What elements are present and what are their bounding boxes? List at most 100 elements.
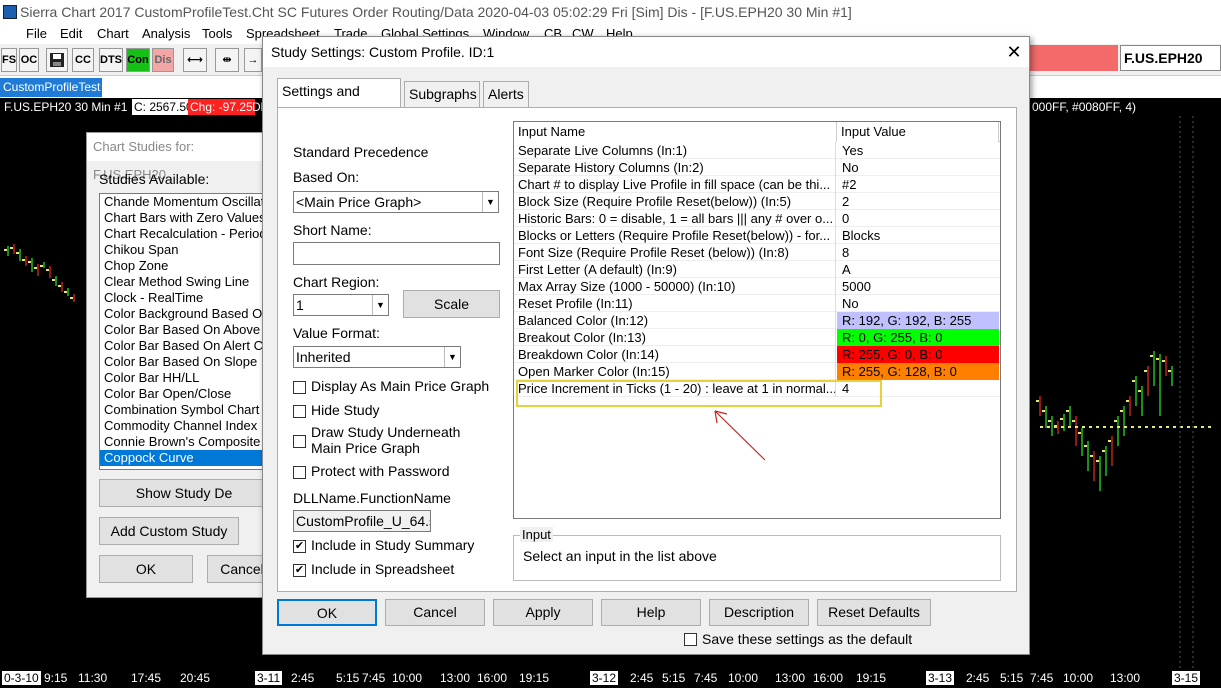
study-list-item[interactable]: Color Bar HH/LL <box>100 370 268 386</box>
based-on-dropdown[interactable]: <Main Price Graph> ▼ <box>293 191 499 213</box>
input-value-cell[interactable]: No <box>837 159 999 176</box>
input-row[interactable]: Chart # to display Live Profile in fill … <box>514 176 1000 193</box>
symbol-field[interactable]: F.US.EPH20 <box>1120 45 1221 71</box>
close-icon[interactable]: ✕ <box>1003 41 1025 63</box>
study-list-item[interactable]: Chande Momentum Oscillator <box>100 194 268 210</box>
description-button[interactable]: Description <box>709 599 809 626</box>
input-name-cell[interactable]: Font Size (Require Profile Reset (below)… <box>514 244 836 261</box>
study-list-item[interactable]: Clear Method Swing Line <box>100 274 268 290</box>
tab-subgraphs[interactable]: Subgraphs <box>404 81 480 107</box>
input-row[interactable]: Max Array Size (1000 - 50000) (In:10) 500… <box>514 278 1000 295</box>
input-row[interactable]: Balanced Color (In:12) R: 192, G: 192, B:… <box>514 312 1000 329</box>
input-name-cell[interactable]: Block Size (Require Profile Reset(below)… <box>514 193 836 210</box>
input-name-cell[interactable]: Reset Profile (In:11) <box>514 295 836 312</box>
arrow-right-icon[interactable]: → <box>244 48 262 72</box>
save-icon[interactable] <box>46 48 68 72</box>
menu-item-edit[interactable]: Edit <box>60 26 82 41</box>
input-value-cell[interactable]: 2 <box>837 193 999 210</box>
input-value-cell[interactable]: R: 0, G: 255, B: 0 <box>837 329 999 346</box>
expand-horizontal-icon[interactable]: ⟷ <box>183 48 207 72</box>
input-value-cell[interactable]: #2 <box>837 176 999 193</box>
toolbar-dts-button[interactable]: DTS <box>99 48 123 72</box>
study-list-item[interactable]: Color Bar Based On Above <box>100 322 268 338</box>
input-row[interactable]: Blocks or Letters (Require Profile Reset… <box>514 227 1000 244</box>
input-name-cell[interactable]: Chart # to display Live Profile in fill … <box>514 176 836 193</box>
save-default-checkbox[interactable] <box>684 633 697 646</box>
toolbar-cc-button[interactable]: CC <box>72 48 94 72</box>
input-row[interactable]: Open Marker Color (In:15) R: 255, G: 128,… <box>514 363 1000 380</box>
input-name-cell[interactable]: Open Marker Color (In:15) <box>514 363 836 380</box>
tab-alerts[interactable]: Alerts <box>483 81 529 107</box>
input-name-cell[interactable]: First Letter (A default) (In:9) <box>514 261 836 278</box>
study-list-item[interactable]: Chart Recalculation - Period <box>100 226 268 242</box>
input-row[interactable]: Historic Bars: 0 = disable, 1 = all bars… <box>514 210 1000 227</box>
scale-button[interactable]: Scale <box>403 290 500 318</box>
menu-item-chart[interactable]: Chart <box>97 26 129 41</box>
ok-button[interactable]: OK <box>277 599 377 626</box>
study-list-item[interactable]: Connie Brown's Composite <box>100 434 268 450</box>
study-list-item[interactable]: Color Bar Based On Alert Condition <box>100 338 268 354</box>
input-row[interactable]: Separate Live Columns (In:1) Yes <box>514 142 1000 159</box>
menu-item-file[interactable]: File <box>26 26 47 41</box>
short-name-input[interactable] <box>293 242 500 265</box>
dll-name-field[interactable]: CustomProfile_U_64.sc <box>293 510 431 532</box>
input-value-cell[interactable]: R: 255, G: 0, B: 0 <box>837 346 999 363</box>
input-name-cell[interactable]: Historic Bars: 0 = disable, 1 = all bars… <box>514 210 836 227</box>
input-name-cell[interactable]: Separate History Columns (In:2) <box>514 159 836 176</box>
reset-defaults-button[interactable]: Reset Defaults <box>817 599 931 626</box>
study-list-item[interactable]: Commodity Channel Index <box>100 418 268 434</box>
include-spreadsheet-checkbox[interactable]: ✔ <box>293 564 306 577</box>
toolbar-connect-button[interactable]: Con <box>126 48 150 72</box>
grid-header-input-value[interactable]: Input Value <box>837 122 999 142</box>
input-value-cell[interactable]: A <box>837 261 999 278</box>
display-main-price-checkbox[interactable] <box>293 381 306 394</box>
study-list-item[interactable]: Clock - RealTime <box>100 290 268 306</box>
input-value-cell[interactable]: Yes <box>837 142 999 159</box>
chartsheet-tab[interactable]: CustomProfileTest <box>0 78 102 97</box>
input-row[interactable]: Block Size (Require Profile Reset(below)… <box>514 193 1000 210</box>
study-list-item[interactable]: Combination Symbol Chart <box>100 402 268 418</box>
add-custom-study-button[interactable]: Add Custom Study <box>99 517 239 545</box>
input-value-cell[interactable]: 5000 <box>837 278 999 295</box>
input-name-cell[interactable]: Separate Live Columns (In:1) <box>514 142 836 159</box>
input-value-cell[interactable]: R: 255, G: 128, B: 0 <box>837 363 999 380</box>
apply-button[interactable]: Apply <box>493 599 593 626</box>
hide-study-checkbox[interactable] <box>293 405 306 418</box>
chart-region-dropdown[interactable]: 1 ▼ <box>293 294 389 316</box>
study-list-item[interactable]: Chikou Span <box>100 242 268 258</box>
protect-password-checkbox[interactable] <box>293 466 306 479</box>
menu-item-analysis[interactable]: Analysis <box>142 26 190 41</box>
input-name-cell[interactable]: Breakout Color (In:13) <box>514 329 836 346</box>
input-value-cell[interactable]: Blocks <box>837 227 999 244</box>
compress-horizontal-icon[interactable]: ⇹ <box>215 48 239 72</box>
grid-header-input-name[interactable]: Input Name <box>514 122 837 142</box>
input-name-cell[interactable]: Max Array Size (1000 - 50000) (In:10) <box>514 278 836 295</box>
study-list-item[interactable]: Color Bar Open/Close <box>100 386 268 402</box>
input-value-cell[interactable]: No <box>837 295 999 312</box>
input-row[interactable]: Reset Profile (In:11) No <box>514 295 1000 312</box>
study-list-item[interactable]: Color Background Based On <box>100 306 268 322</box>
help-button[interactable]: Help <box>601 599 701 626</box>
input-row[interactable]: Breakdown Color (In:14) R: 255, G: 0, B: … <box>514 346 1000 363</box>
input-value-cell[interactable]: R: 192, G: 192, B: 255 <box>837 312 999 329</box>
show-study-description-button[interactable]: Show Study De <box>99 479 269 507</box>
input-row[interactable]: Breakout Color (In:13) R: 0, G: 255, B: 0 <box>514 329 1000 346</box>
study-list-item[interactable]: Color Bar Based On Slope <box>100 354 268 370</box>
value-format-dropdown[interactable]: Inherited ▼ <box>293 346 461 368</box>
studies-ok-button[interactable]: OK <box>99 555 193 583</box>
input-value-cell[interactable]: 0 <box>837 210 999 227</box>
input-name-cell[interactable]: Breakdown Color (In:14) <box>514 346 836 363</box>
tab-settings-inputs[interactable]: Settings and Inputs <box>277 78 401 123</box>
input-row[interactable]: First Letter (A default) (In:9) A <box>514 261 1000 278</box>
study-list-item[interactable]: Coppock Curve <box>100 450 268 466</box>
cancel-button[interactable]: Cancel <box>385 599 485 626</box>
studies-available-list[interactable]: Chande Momentum Oscillator Chart Bars wit… <box>99 193 269 470</box>
toolbar-disconnect-button[interactable]: Dis <box>152 48 174 72</box>
input-value-cell[interactable]: 8 <box>837 244 999 261</box>
toolbar-oc-button[interactable]: OC <box>19 48 39 72</box>
input-row[interactable]: Font Size (Require Profile Reset (below)… <box>514 244 1000 261</box>
study-list-item[interactable]: Chop Zone <box>100 258 268 274</box>
study-list-item[interactable]: Chart Bars with Zero Values <box>100 210 268 226</box>
toolbar-fs-button[interactable]: FS <box>1 48 17 72</box>
menu-item-tools[interactable]: Tools <box>202 26 232 41</box>
